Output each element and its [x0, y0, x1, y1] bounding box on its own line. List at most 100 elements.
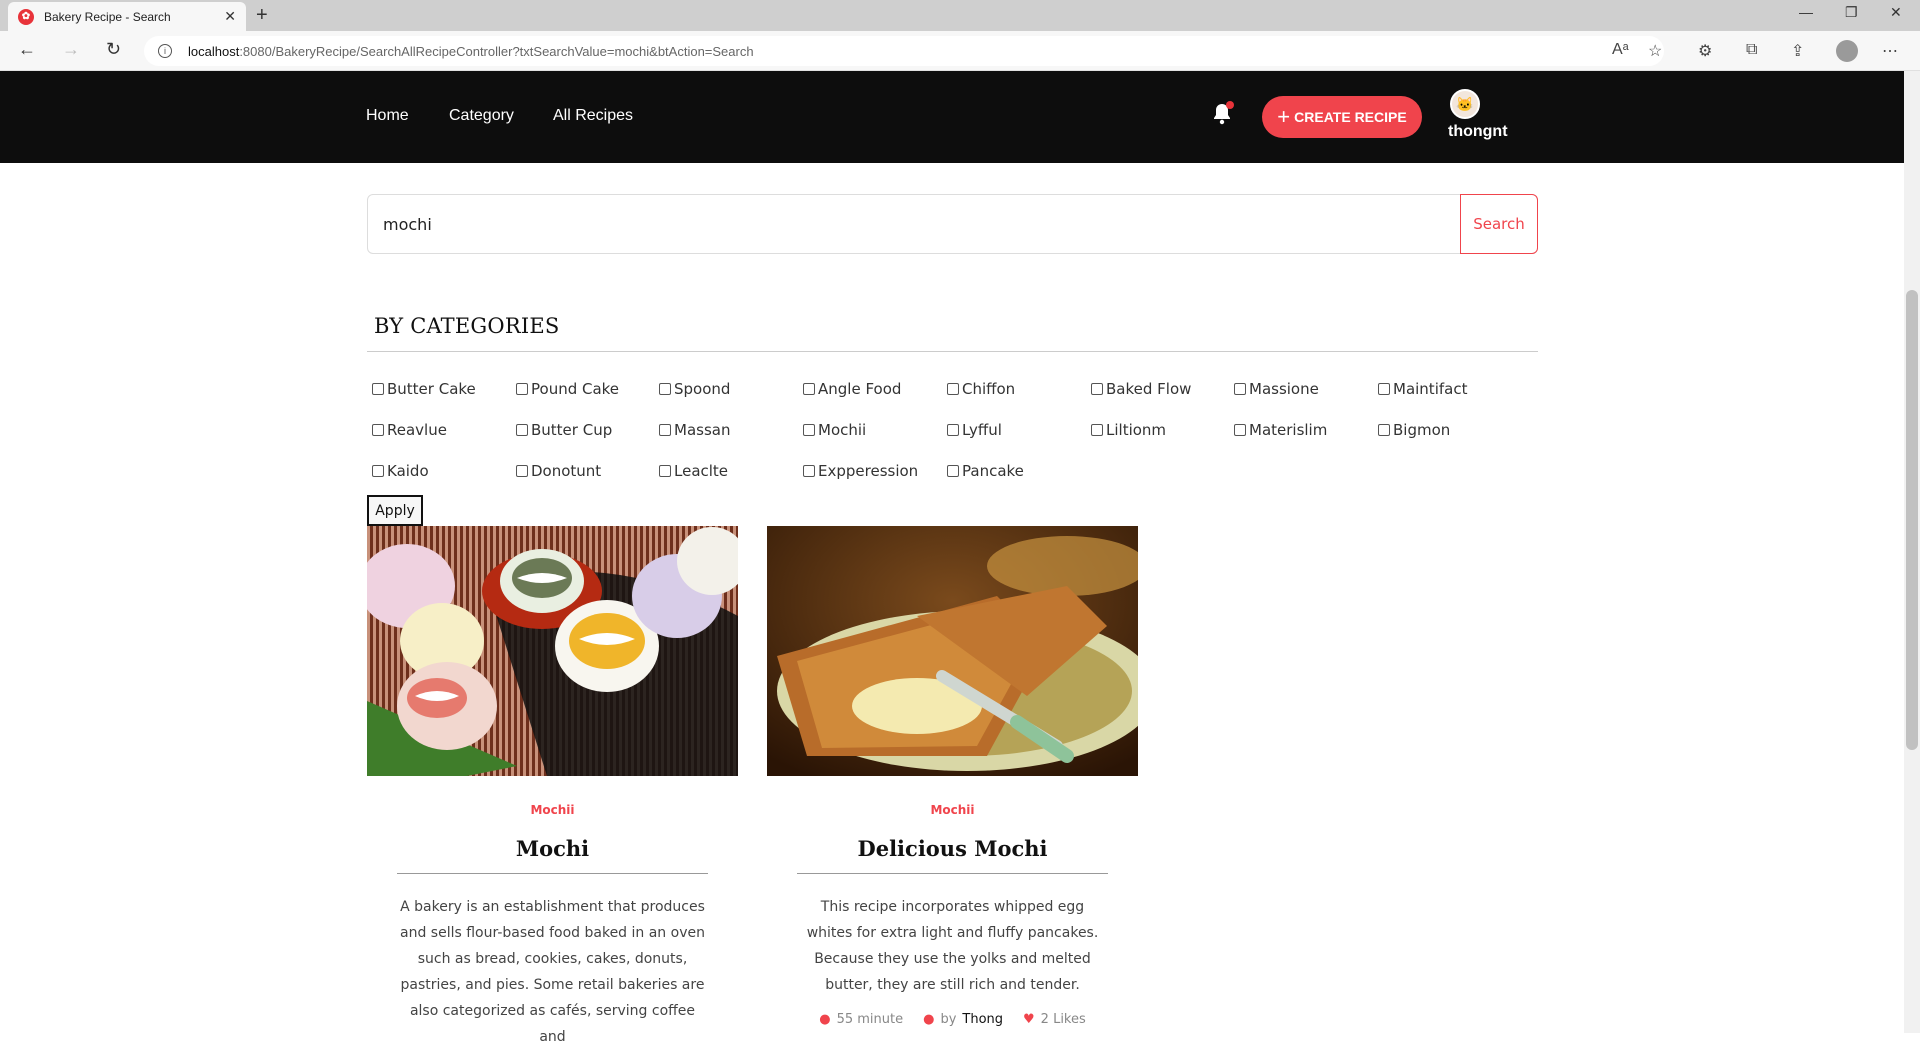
checkbox-box[interactable]: [1234, 383, 1246, 395]
close-window-icon[interactable]: ✕: [1890, 4, 1902, 21]
checkbox-box[interactable]: [947, 465, 959, 477]
back-icon[interactable]: ←: [18, 39, 36, 60]
checkbox-box[interactable]: [516, 465, 528, 477]
recipe-likes: 2 Likes: [1040, 1012, 1086, 1027]
checkbox-box[interactable]: [516, 424, 528, 436]
checkbox-box[interactable]: [659, 465, 671, 477]
category-checkbox[interactable]: Kaido: [372, 462, 429, 480]
checkbox-box[interactable]: [1378, 424, 1390, 436]
site-favicon-icon: ✿: [18, 8, 34, 25]
category-checkbox[interactable]: Reavlue: [372, 421, 447, 439]
category-checkbox[interactable]: Butter Cake: [372, 380, 476, 398]
nav-home[interactable]: Home: [366, 107, 409, 125]
checkbox-box[interactable]: [659, 383, 671, 395]
category-checkbox[interactable]: Massione: [1234, 380, 1319, 398]
user-avatar[interactable]: 🐱: [1450, 89, 1480, 119]
checkbox-box[interactable]: [1091, 383, 1103, 395]
category-label: Maintifact: [1393, 380, 1468, 398]
category-checkbox[interactable]: Lyfful: [947, 421, 1002, 439]
category-checkbox[interactable]: Massan: [659, 421, 730, 439]
apply-button[interactable]: Apply: [367, 495, 423, 526]
recipe-author[interactable]: Thong: [962, 1012, 1003, 1027]
checkbox-box[interactable]: [1378, 383, 1390, 395]
category-checkbox[interactable]: Leaclte: [659, 462, 728, 480]
create-recipe-button[interactable]: + CREATE RECIPE: [1262, 96, 1422, 138]
category-checkbox[interactable]: Butter Cup: [516, 421, 612, 439]
nav-all-recipes[interactable]: All Recipes: [553, 107, 633, 125]
checkbox-box[interactable]: [947, 383, 959, 395]
checkbox-box[interactable]: [803, 465, 815, 477]
checkbox-box[interactable]: [659, 424, 671, 436]
category-checkbox[interactable]: Angle Food: [803, 380, 901, 398]
browser-tab[interactable]: ✿ Bakery Recipe - Search ✕: [8, 2, 246, 31]
category-label: Butter Cake: [387, 380, 476, 398]
read-aloud-icon[interactable]: A͏ᵃ: [1612, 41, 1629, 59]
checkbox-box[interactable]: [947, 424, 959, 436]
minimize-icon[interactable]: —: [1799, 4, 1813, 20]
category-checkbox[interactable]: Pancake: [947, 462, 1024, 480]
category-checkbox[interactable]: Liltionm: [1091, 421, 1166, 439]
checkbox-box[interactable]: [1234, 424, 1246, 436]
forward-icon[interactable]: →: [62, 39, 80, 60]
checkbox-box[interactable]: [803, 383, 815, 395]
category-checkbox[interactable]: Bigmon: [1378, 421, 1450, 439]
categories-heading: BY CATEGORIES: [374, 314, 560, 338]
category-label: Leaclte: [674, 462, 729, 480]
recipe-title[interactable]: Delicious Mochi: [767, 836, 1138, 861]
category-checkbox[interactable]: Mochii: [803, 421, 866, 439]
checkbox-box[interactable]: [372, 465, 384, 477]
category-label: Bigmon: [1393, 421, 1451, 439]
category-label: Spoond: [674, 380, 731, 398]
recipe-description: This recipe incorporates whipped egg whi…: [806, 899, 1099, 993]
recipe-card[interactable]: Mochii Mochi A bakery is an establishmen…: [367, 526, 738, 1050]
recipe-description: A bakery is an establishment that produc…: [400, 899, 705, 1045]
more-menu-icon[interactable]: ⋯: [1882, 41, 1898, 61]
checkbox-box[interactable]: [803, 424, 815, 436]
recipe-divider: [397, 873, 708, 874]
recipe-card[interactable]: Mochii Delicious Mochi This recipe incor…: [767, 526, 1138, 1027]
heart-icon[interactable]: ♥: [1023, 1012, 1035, 1027]
nav-category[interactable]: Category: [449, 107, 514, 125]
tab-title: Bakery Recipe - Search: [44, 9, 171, 24]
reload-icon[interactable]: ↻: [106, 39, 121, 60]
category-checkbox[interactable]: Expperession: [803, 462, 918, 480]
new-tab-icon[interactable]: +: [256, 4, 268, 27]
browser-profile-avatar[interactable]: [1836, 40, 1858, 62]
category-checkbox[interactable]: Pound Cake: [516, 380, 619, 398]
category-checkbox[interactable]: Chiffon: [947, 380, 1015, 398]
category-label: Materislim: [1249, 421, 1328, 439]
recipe-category[interactable]: Mochii: [767, 803, 1138, 817]
category-label: Reavlue: [387, 421, 447, 439]
category-checkbox[interactable]: Donotunt: [516, 462, 601, 480]
recipe-category[interactable]: Mochii: [367, 803, 738, 817]
url-field[interactable]: i localhost:8080/BakeryRecipe/SearchAllR…: [144, 36, 1664, 66]
checkbox-box[interactable]: [372, 424, 384, 436]
category-checkbox[interactable]: Spoond: [659, 380, 730, 398]
checkbox-box[interactable]: [516, 383, 528, 395]
plus-icon: +: [1277, 104, 1291, 129]
category-label: Massan: [674, 421, 731, 439]
notification-bell-icon[interactable]: [1212, 101, 1234, 127]
recipe-by: by: [940, 1012, 957, 1027]
categories-divider: [367, 351, 1538, 352]
close-tab-icon[interactable]: ✕: [224, 8, 236, 25]
checkbox-box[interactable]: [372, 383, 384, 395]
search-button[interactable]: Search: [1460, 194, 1538, 254]
category-checkbox[interactable]: Maintifact: [1378, 380, 1467, 398]
category-checkbox[interactable]: Baked Flow: [1091, 380, 1191, 398]
share-icon[interactable]: ⇪: [1791, 41, 1804, 61]
user-icon: ●: [923, 1012, 935, 1027]
recipe-image[interactable]: [767, 526, 1138, 776]
checkbox-box[interactable]: [1091, 424, 1103, 436]
favorite-star-icon[interactable]: ☆: [1648, 41, 1662, 61]
collections-icon[interactable]: ⧉: [1746, 41, 1757, 59]
recipe-image[interactable]: [367, 526, 738, 776]
recipe-title[interactable]: Mochi: [367, 836, 738, 861]
site-info-icon[interactable]: i: [158, 44, 172, 58]
username[interactable]: thongnt: [1448, 123, 1508, 141]
category-checkbox[interactable]: Materislim: [1234, 421, 1327, 439]
extensions-icon[interactable]: ⚙: [1698, 41, 1712, 61]
search-input[interactable]: [368, 195, 1460, 253]
page-scrollbar-thumb[interactable]: [1906, 290, 1918, 750]
restore-icon[interactable]: ❐: [1845, 4, 1858, 21]
